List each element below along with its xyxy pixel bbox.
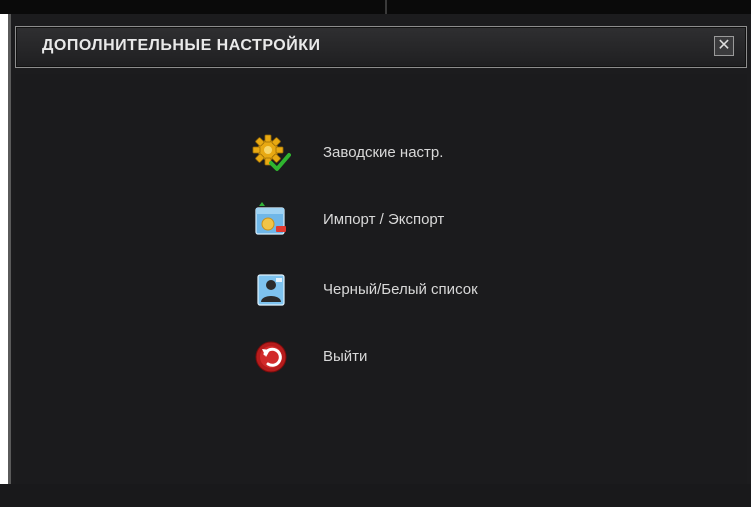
- menu-item-label: Импорт / Экспорт: [323, 211, 445, 228]
- close-icon: ✕: [717, 37, 731, 54]
- menu-item-label: Заводские настр.: [323, 144, 444, 161]
- top-edge: [0, 0, 751, 14]
- menu-item-import-export[interactable]: Импорт / Экспорт: [251, 200, 581, 240]
- menu-item-label: Черный/Белый список: [323, 281, 478, 298]
- menu-item-black-white-list[interactable]: Черный/Белый список: [251, 270, 581, 310]
- screen: ДОПОЛНИТЕЛЬНЫЕ НАСТРОЙКИ ✕ Заводские нас…: [0, 0, 751, 507]
- close-button[interactable]: ✕: [714, 36, 734, 56]
- menu-item-factory-settings[interactable]: Заводские настр.: [251, 133, 581, 173]
- menu-panel: Заводские настр. Импорт / Экспорт Черный…: [15, 74, 747, 484]
- title-bar: ДОПОЛНИТЕЛЬНЫЕ НАСТРОЙКИ ✕: [15, 26, 747, 68]
- menu-item-label: Выйти: [323, 348, 368, 365]
- user-list-icon: [257, 274, 285, 306]
- bottom-edge: [0, 484, 751, 507]
- gear-check-icon: [252, 134, 291, 171]
- menu-item-exit[interactable]: Выйти: [251, 337, 581, 377]
- settings-window: ДОПОЛНИТЕЛЬНЫЕ НАСТРОЙКИ ✕ Заводские нас…: [8, 14, 751, 507]
- exit-icon: [255, 341, 287, 373]
- window-title: ДОПОЛНИТЕЛЬНЫЕ НАСТРОЙКИ: [42, 37, 321, 54]
- import-export-icon: [255, 202, 286, 235]
- top-divider: [385, 0, 387, 14]
